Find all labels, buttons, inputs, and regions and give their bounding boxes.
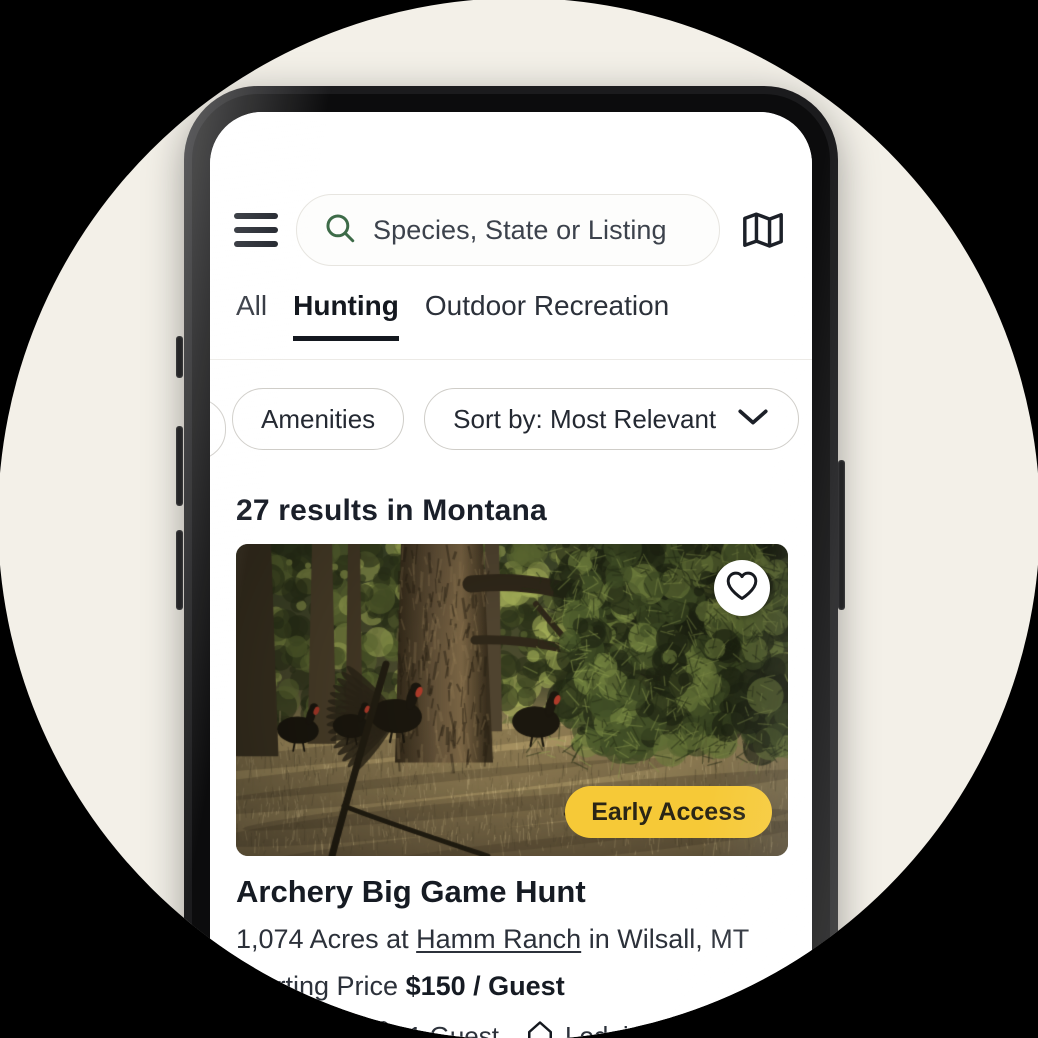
chevron-down-icon [736,404,770,435]
hamburger-menu-icon[interactable] [234,213,278,247]
silence-switch[interactable] [176,336,183,378]
meta-duration: 1 Day [236,1019,342,1038]
listing-title: Archery Big Game Hunt [236,874,586,909]
screenshot-stage: Species, State or Listing All Hunting Ou… [0,0,1038,1038]
search-placeholder-text: Species, State or Listing [373,214,667,245]
listing-acreage: 1,074 Acres at [236,924,409,954]
app-top-bar: Species, State or Listing [210,180,812,280]
volume-down-button[interactable] [176,530,183,610]
search-input[interactable]: Species, State or Listing [296,194,720,266]
listing-price-row: Starting Price $150 / Guest [236,971,788,1002]
calendar-icon [236,1019,264,1038]
listing-subtitle: 1,074 Acres at Hamm Ranch in Wilsall, MT [236,924,788,955]
price-label: Starting Price [236,971,399,1001]
volume-up-button[interactable] [176,426,183,506]
results-count-heading: 27 results in Montana [236,494,547,527]
tab-all[interactable]: All [236,290,267,336]
ranch-link[interactable]: Hamm Ranch [416,924,581,954]
power-button[interactable] [838,460,845,610]
early-access-badge: Early Access [565,786,772,838]
search-icon [323,211,357,250]
favorite-button[interactable] [714,560,770,616]
listing-card[interactable]: Early Access Archery Big Game Hunt 1,074… [236,544,788,1038]
phone-device: Species, State or Listing All Hunting Ou… [184,86,838,1038]
app-viewport: Species, State or Listing All Hunting Ou… [210,112,812,1038]
phone-screen: Species, State or Listing All Hunting Ou… [210,112,812,1038]
amenities-filter-button[interactable]: Amenities [232,388,405,450]
meta-guests: 1 Guest [368,1018,499,1038]
meta-lodging: Lodging [525,1018,658,1038]
meta-duration-label: 1 Day [274,1021,342,1038]
category-tabs: All Hunting Outdoor Recreation [210,290,812,360]
amenities-label: Amenities [261,403,376,434]
listing-location: in Wilsall, MT [588,924,750,954]
tab-outdoor-recreation[interactable]: Outdoor Recreation [425,290,669,336]
heart-icon [725,570,759,606]
sort-by-dropdown[interactable]: Sort by: Most Relevant [424,388,800,450]
lodging-home-icon [525,1018,555,1038]
sort-by-label: Sort by: Most Relevant [453,403,717,434]
tab-hunting[interactable]: Hunting [293,290,399,341]
circle-mask: Species, State or Listing All Hunting Ou… [0,0,1038,1038]
listing-photo[interactable]: Early Access [236,544,788,856]
meta-lodging-label: Lodging [564,1021,658,1038]
guest-icon [368,1018,398,1038]
meta-guests-label: 1 Guest [407,1021,499,1038]
listing-meta-row: 1 Day 1 Guest Lodging [236,1018,788,1038]
filter-row: Amenities Sort by: Most Relevant [210,374,812,464]
map-icon[interactable] [738,207,788,253]
price-value: $150 / Guest [405,971,565,1001]
